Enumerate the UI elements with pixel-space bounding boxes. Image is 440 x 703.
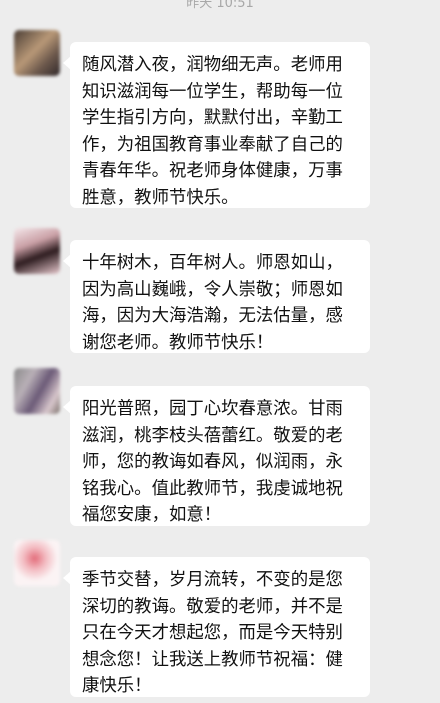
avatar[interactable]	[14, 30, 60, 76]
message-bubble[interactable]: 十年树木，百年树人。师恩如山， 因为高山巍峨，令人崇敬；师恩如 海，因为大海浩瀚…	[63, 240, 370, 353]
message-bubble[interactable]: 季节交替，岁月流转，不变的是您 深切的教诲。敬爱的老师，并不是 只在今天才想起您…	[63, 557, 370, 697]
message-bubble[interactable]: 阳光普照，园丁心坎春意浓。甘雨 滋润，桃李枝头蓓蕾红。敬爱的老 师，您的教诲如春…	[63, 386, 370, 526]
avatar[interactable]	[14, 540, 60, 586]
message-bubble[interactable]: 随风潜入夜，润物细无声。老师用 知识滋润每一位学生，帮助每一位 学生指引方向，默…	[63, 42, 370, 208]
message-timestamp: 昨天 10:51	[186, 0, 254, 11]
avatar[interactable]	[14, 228, 60, 274]
avatar[interactable]	[14, 368, 60, 414]
